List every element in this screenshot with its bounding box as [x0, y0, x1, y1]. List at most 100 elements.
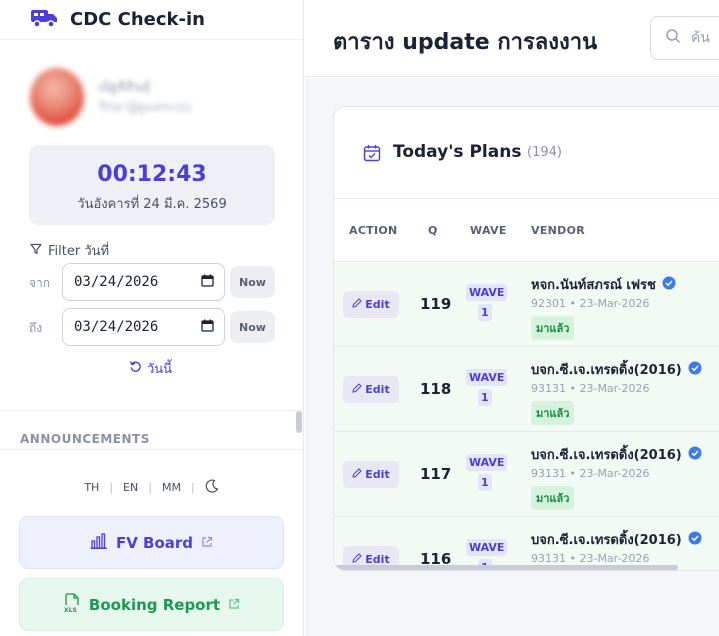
vendor-name: บจก.ซี.เจ.เทรดดิ้ง(2016) [531, 444, 702, 465]
verified-icon [688, 531, 702, 549]
clock-card: 00:12:43 วันอังคารที่ 24 มี.ค. 2569 [29, 145, 275, 225]
from-date-value: 03/24/2026 [74, 274, 159, 290]
column-header-wave[interactable]: WAVE [470, 224, 507, 237]
lang-separator: | [148, 481, 152, 494]
brand[interactable]: CDC Check-in [0, 0, 303, 40]
filter-title: Filter วันที่ [30, 240, 109, 261]
moon-icon[interactable] [205, 479, 219, 496]
today-label: วันนี้ [147, 362, 173, 377]
lang-en[interactable]: EN [123, 481, 138, 494]
external-link-icon [228, 596, 240, 614]
wave-badge: WAVE 1 [466, 369, 508, 409]
vendor-meta: 92301 • 23-Mar-2026 [531, 297, 650, 310]
edit-label: Edit [365, 298, 390, 311]
edit-label: Edit [365, 468, 390, 481]
wave-number: 1 [478, 474, 492, 491]
calendar-icon[interactable] [201, 319, 214, 336]
booking-report-link[interactable]: XLS Booking Report [19, 578, 284, 631]
table-row: Edit 119 WAVE 1 หจก.นันท์สภรณ์ เฟรช 9230… [334, 262, 719, 347]
filter-icon [30, 243, 42, 259]
calendar-icon[interactable] [201, 274, 214, 291]
vendor-name-text: บจก.ซี.เจ.เทรดดิ้ง(2016) [531, 533, 682, 548]
fv-board-link[interactable]: FV Board [19, 516, 284, 569]
xls-file-icon: XLS [63, 592, 81, 617]
plans-title: Today's Plans [393, 142, 522, 162]
column-header-action[interactable]: ACTION [349, 224, 398, 237]
wave-number: 1 [478, 304, 492, 321]
edit-button[interactable]: Edit [343, 461, 399, 488]
lang-separator: | [109, 481, 114, 494]
from-now-button[interactable]: Now [230, 266, 275, 298]
queue-number: 119 [420, 295, 452, 313]
scrollbar[interactable] [296, 411, 302, 433]
horizontal-scrollbar[interactable] [334, 565, 678, 570]
profile-name: ณัฐติสินธุ์ [98, 80, 151, 95]
brand-title: CDC Check-in [70, 9, 205, 30]
wave-label: WAVE [466, 454, 508, 471]
to-now-button[interactable]: Now [230, 311, 275, 343]
clock-date: วันอังคารที่ 24 มี.ค. 2569 [77, 197, 227, 212]
from-label: จาก [29, 276, 51, 290]
language-switcher: TH | EN | MM | [0, 479, 303, 496]
vendor-name-text: บจก.ซี.เจ.เทรดดิ้ง(2016) [531, 363, 682, 378]
plans-card: Today's Plans (194) ACTION Q WAVE VENDOR… [333, 106, 719, 571]
reset-icon [129, 360, 142, 377]
column-header-vendor[interactable]: VENDOR [531, 224, 585, 237]
pencil-icon [352, 468, 362, 481]
to-date-value: 03/24/2026 [74, 319, 159, 335]
wave-badge: WAVE 1 [466, 454, 508, 494]
user-profile[interactable]: ณัฐติสินธุ์ รักษาผู้ดูแลระบบ [22, 66, 222, 126]
vendor-meta: 93131 • 23-Mar-2026 [531, 467, 650, 480]
profile-role: รักษาผู้ดูแลระบบ [98, 100, 192, 115]
wave-label: WAVE [466, 369, 508, 386]
verified-icon [662, 276, 676, 294]
wave-label: WAVE [466, 284, 508, 301]
search-icon [665, 28, 681, 48]
clock-time: 00:12:43 [97, 162, 207, 187]
queue-number: 118 [420, 380, 452, 398]
sidebar: CDC Check-in ณัฐติสินธุ์ รักษาผู้ดูแลระบ… [0, 0, 304, 636]
vendor-name: บจก.ซี.เจ.เทรดดิ้ง(2016) [531, 359, 702, 380]
lang-mm[interactable]: MM [162, 481, 181, 494]
main-header: ตาราง update การลงงาน ค้น [305, 0, 719, 77]
pencil-icon [352, 298, 362, 311]
queue-number: 117 [420, 465, 452, 483]
filter-title-label: Filter วันที่ [48, 244, 110, 259]
table-row: Edit 118 WAVE 1 บจก.ซี.เจ.เทรดดิ้ง(2016)… [334, 347, 719, 432]
vendor-meta: 93131 • 23-Mar-2026 [531, 552, 650, 565]
vendor-name: บจก.ซี.เจ.เทรดดิ้ง(2016) [531, 529, 702, 550]
from-date-input[interactable]: 03/24/2026 [62, 263, 225, 301]
wave-label: WAVE [466, 539, 508, 556]
edit-label: Edit [365, 383, 390, 396]
lang-th[interactable]: TH [84, 481, 99, 494]
fv-board-label: FV Board [115, 533, 194, 552]
wave-number: 1 [478, 389, 492, 406]
to-label: ถึง [29, 321, 43, 335]
edit-button[interactable]: Edit [343, 376, 399, 403]
vendor-name-text: หจก.นันท์สภรณ์ เฟรช [531, 278, 656, 293]
to-date-input[interactable]: 03/24/2026 [62, 308, 225, 346]
svg-text:XLS: XLS [64, 607, 77, 613]
table-row: Edit 116 WAVE 1 บจก.ซี.เจ.เทรดดิ้ง(2016)… [334, 517, 719, 570]
edit-button[interactable]: Edit [343, 291, 399, 318]
status-badge: มาแล้ว [531, 316, 575, 340]
vendor-name-text: บจก.ซี.เจ.เทรดดิ้ง(2016) [531, 448, 682, 463]
announcements-title: ANNOUNCEMENTS [20, 432, 150, 446]
status-badge: มาแล้ว [531, 401, 575, 425]
search-placeholder: ค้น [691, 30, 710, 46]
divider [0, 410, 303, 411]
column-header-q[interactable]: Q [428, 224, 438, 237]
pencil-icon [352, 383, 362, 396]
status-badge: มาแล้ว [531, 486, 575, 510]
bar-chart-icon [90, 532, 108, 553]
plans-count: (194) [527, 145, 562, 160]
plans-header: Today's Plans (194) [334, 107, 719, 199]
verified-icon [688, 361, 702, 379]
vendor-meta: 93131 • 23-Mar-2026 [531, 382, 650, 395]
avatar [30, 68, 84, 126]
search-input[interactable]: ค้น [650, 16, 719, 60]
vendor-name: หจก.นันท์สภรณ์ เฟรช [531, 274, 676, 295]
lang-separator: | [190, 481, 195, 494]
calendar-check-icon [363, 144, 381, 166]
today-link[interactable]: วันนี้ [129, 358, 172, 379]
